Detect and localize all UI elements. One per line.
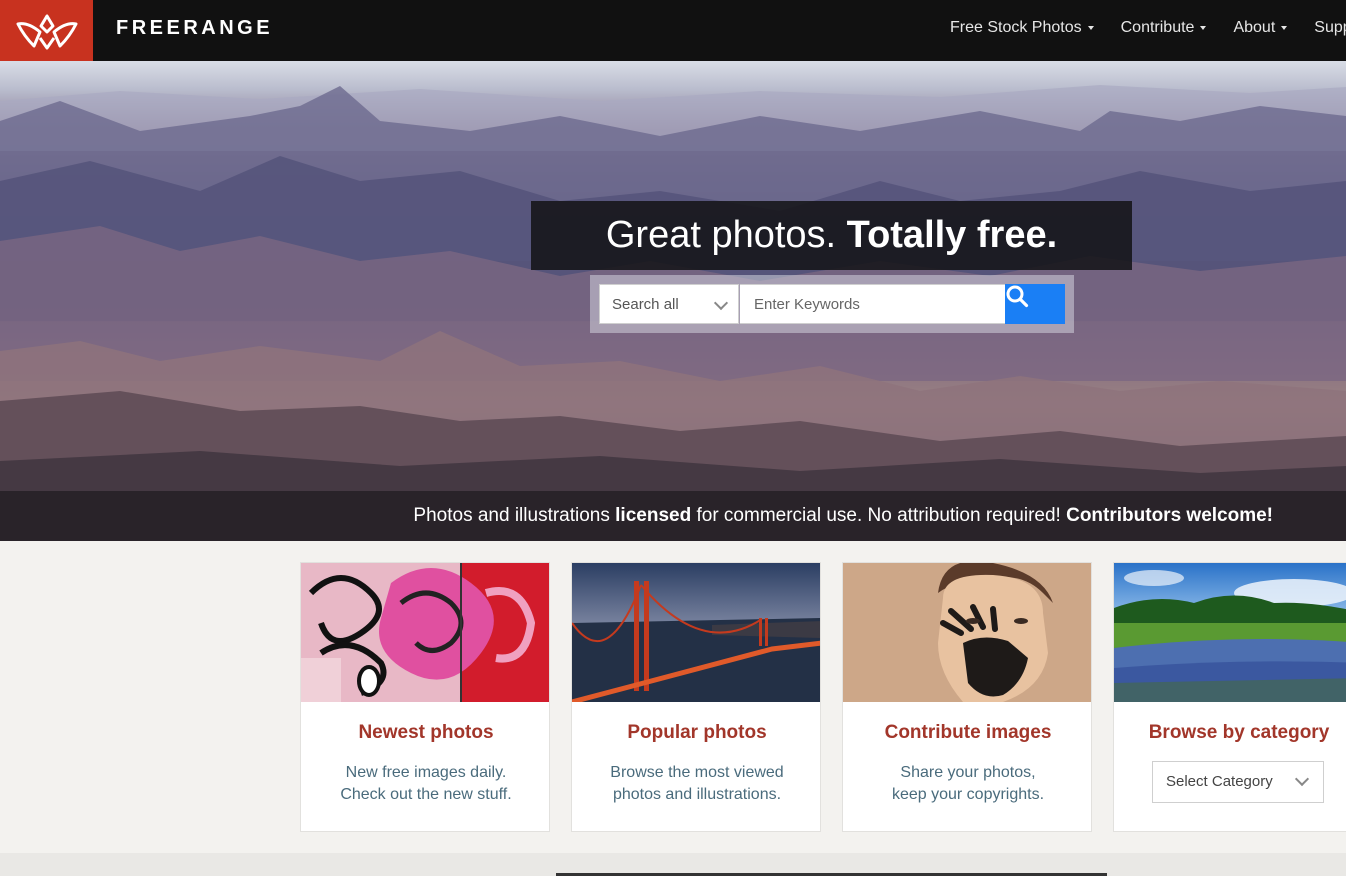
caret-down-icon <box>1087 26 1094 30</box>
headline-bold: Totally free. <box>846 214 1058 256</box>
brand-name[interactable]: FREERANGE <box>116 17 273 40</box>
graffiti-photo <box>301 563 549 702</box>
caret-down-icon <box>1200 26 1207 30</box>
card-title: Browse by category <box>1148 722 1330 743</box>
nav-free-stock-photos[interactable]: Free Stock Photos <box>950 19 1094 37</box>
chevron-down-icon <box>1294 771 1310 787</box>
card-desc-line: New free images daily. <box>345 764 507 781</box>
card-desc-line: photos and illustrations. <box>612 786 782 803</box>
top-navbar: FREERANGE Free Stock Photos Contribute A… <box>0 0 1346 61</box>
card-desc-line: Check out the new stuff. <box>340 786 512 803</box>
search-scope-label: Search all <box>612 295 679 313</box>
category-select-label: Select Category <box>1166 773 1273 790</box>
card-title: Newest photos <box>358 722 494 743</box>
nav-contribute[interactable]: Contribute <box>1121 19 1207 37</box>
card-browse-by-category: Browse by category Select Category <box>1113 562 1346 832</box>
hero-headline: Great photos. Totally free. <box>531 201 1132 270</box>
search-button[interactable] <box>1005 284 1065 324</box>
tagline-part1: Photos and illustrations <box>413 505 616 526</box>
tagline-bar: Photos and illustrations licensed for co… <box>0 491 1346 541</box>
card-description: Share your photos, keep your copyrights. <box>843 762 1091 806</box>
card-desc-line: Browse the most viewed <box>610 764 784 781</box>
card-title: Contribute images <box>884 722 1052 743</box>
tagline-part2: for commercial use. No attribution requi… <box>691 505 1067 526</box>
search-input[interactable] <box>740 284 1006 324</box>
nav-label: Free Stock Photos <box>950 19 1082 36</box>
search-icon <box>1006 285 1029 308</box>
card-description: Browse the most viewed photos and illust… <box>572 762 820 806</box>
card-popular-photos[interactable]: Popular photos Browse the most viewed ph… <box>571 562 821 832</box>
tagline-bold2: Contributors welcome! <box>1066 505 1273 526</box>
card-contribute-images[interactable]: Contribute images Share your photos, kee… <box>842 562 1092 832</box>
nav-label: Contribute <box>1120 19 1195 36</box>
tagline-bold1: licensed <box>615 505 692 526</box>
nav-label: Support <box>1314 19 1346 36</box>
logo-link[interactable] <box>0 0 93 61</box>
card-desc-line: Share your photos, <box>900 764 1036 781</box>
main-menu: Free Stock Photos Contribute About Suppo… <box>950 19 1346 37</box>
tagline-text: Photos and illustrations licensed for co… <box>413 505 1273 527</box>
nav-support[interactable]: Support <box>1314 19 1346 37</box>
caret-down-icon <box>1281 26 1288 30</box>
wings-logo-icon <box>16 14 77 49</box>
nav-label: About <box>1233 19 1276 36</box>
hero-banner: Great photos. Totally free. Search all P… <box>0 61 1346 541</box>
card-description: New free images daily. Check out the new… <box>301 762 549 806</box>
chevron-down-icon <box>713 295 729 311</box>
painted-face-photo <box>843 563 1091 702</box>
card-newest-photos[interactable]: Newest photos New free images daily. Che… <box>300 562 550 832</box>
card-desc-line: keep your copyrights. <box>891 786 1045 803</box>
search-scope-select[interactable]: Search all <box>599 284 739 324</box>
golden-gate-bridge-photo <box>572 563 820 702</box>
card-title: Popular photos <box>627 722 767 743</box>
category-select[interactable]: Select Category <box>1152 761 1324 803</box>
headline-light: Great photos. <box>605 214 847 256</box>
bluebonnet-field-photo <box>1114 563 1346 702</box>
search-bar: Search all <box>590 275 1074 333</box>
nav-about[interactable]: About <box>1233 19 1288 37</box>
